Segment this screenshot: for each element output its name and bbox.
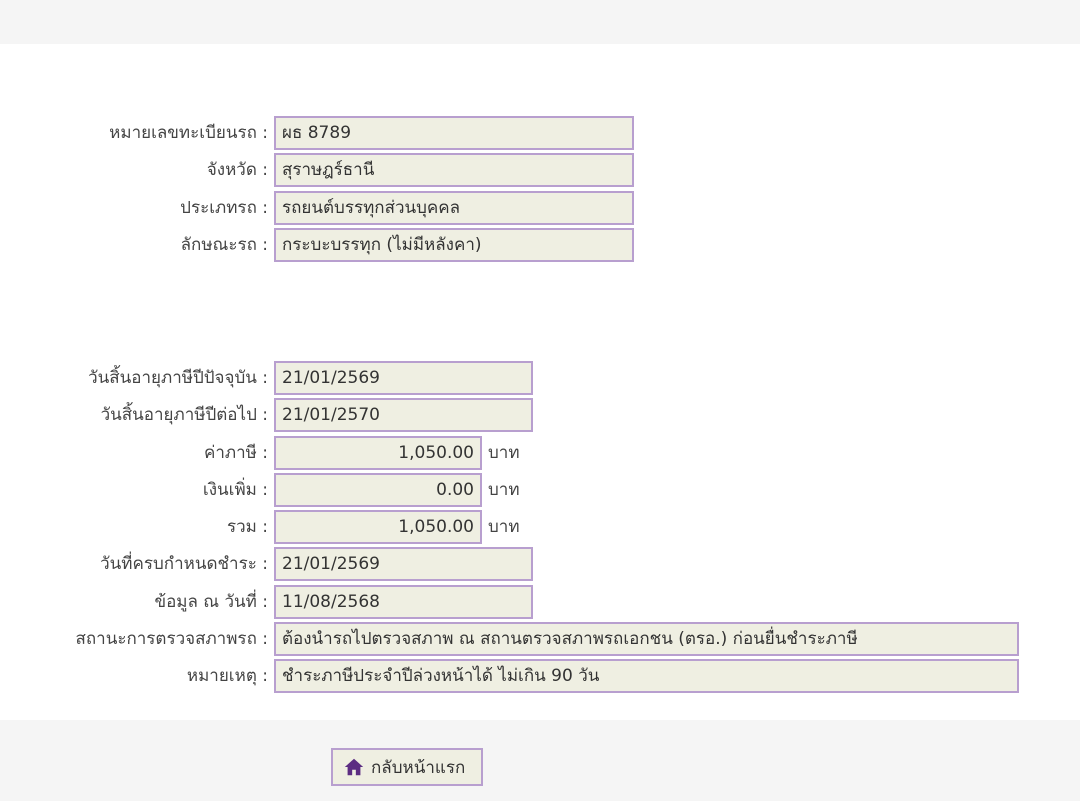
surcharge-label: เงินเพิ่ม : bbox=[202, 480, 268, 500]
province-field: สุราษฎร์ธานี bbox=[274, 153, 634, 187]
vehicle-body-label: ลักษณะรถ : bbox=[180, 235, 268, 255]
remark-label: หมายเหตุ : bbox=[186, 666, 268, 686]
surcharge-unit: บาท bbox=[488, 480, 520, 500]
tax-amount-unit: บาท bbox=[488, 443, 520, 463]
back-to-home-label: กลับหน้าแรก bbox=[371, 757, 466, 778]
home-icon bbox=[344, 758, 364, 776]
back-to-home-button[interactable]: กลับหน้าแรก bbox=[331, 748, 483, 786]
vehicle-type-field: รถยนต์บรรทุกส่วนบุคคล bbox=[274, 191, 634, 225]
data-as-of-field: 11/08/2568 bbox=[274, 585, 533, 619]
vehicle-body-field: กระบะบรรทุก (ไม่มีหลังคา) bbox=[274, 228, 634, 262]
due-date-label: วันที่ครบกำหนดชำระ : bbox=[100, 554, 268, 574]
inspection-status-label: สถานะการตรวจสภาพรถ : bbox=[75, 629, 268, 649]
surcharge-field: 0.00 bbox=[274, 473, 482, 507]
next-expiry-label: วันสิ้นอายุภาษีปีต่อไป : bbox=[100, 405, 268, 425]
province-label: จังหวัด : bbox=[206, 160, 268, 180]
due-date-field: 21/01/2569 bbox=[274, 547, 533, 581]
current-expiry-field: 21/01/2569 bbox=[274, 361, 533, 395]
total-label: รวม : bbox=[226, 517, 268, 537]
remark-field: ชำระภาษีประจำปีล่วงหน้าได้ ไม่เกิน 90 วั… bbox=[274, 659, 1019, 693]
total-unit: บาท bbox=[488, 517, 520, 537]
top-bar bbox=[0, 0, 1080, 44]
bottom-bar bbox=[0, 720, 1080, 801]
vehicle-type-label: ประเภทรถ : bbox=[180, 198, 268, 218]
plate-field: ผธ 8789 bbox=[274, 116, 634, 150]
tax-amount-label: ค่าภาษี : bbox=[203, 443, 268, 463]
total-field: 1,050.00 bbox=[274, 510, 482, 544]
next-expiry-field: 21/01/2570 bbox=[274, 398, 533, 432]
inspection-status-field: ต้องนำรถไปตรวจสภาพ ณ สถานตรวจสภาพรถเอกชน… bbox=[274, 622, 1019, 656]
plate-label: หมายเลขทะเบียนรถ : bbox=[109, 123, 268, 143]
current-expiry-label: วันสิ้นอายุภาษีปีปัจจุบัน : bbox=[88, 368, 268, 388]
data-as-of-label: ข้อมูล ณ วันที่ : bbox=[154, 592, 268, 612]
tax-amount-field: 1,050.00 bbox=[274, 436, 482, 470]
